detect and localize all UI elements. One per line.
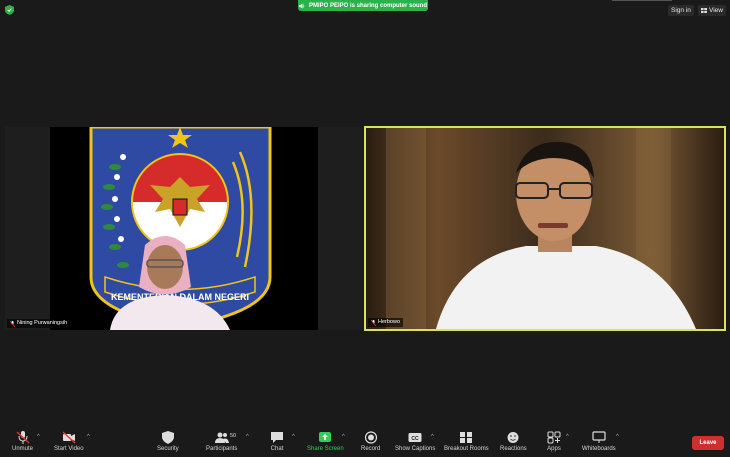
shield-icon [161,431,174,444]
captions-options-caret[interactable]: ^ [431,434,434,440]
participants-count: 50 [230,433,237,439]
security-label: Security [157,446,179,452]
apps-options-caret[interactable]: ^ [566,434,569,440]
muted-mic-icon [10,320,15,327]
share-screen-icon [319,432,332,442]
start-video-label: Start Video [54,446,84,452]
unmute-label: Unmute [12,446,34,452]
breakout-rooms-button[interactable]: Breakout Rooms [444,431,489,452]
start-video-button[interactable]: Start Video [54,431,84,452]
participant-name-tag: Herbowo [368,318,404,327]
apps-button[interactable]: Apps [547,431,561,452]
svg-text:CC: CC [412,436,420,442]
participant-name: Herbowo [378,319,401,325]
whiteboards-options-caret[interactable]: ^ [616,434,619,440]
chat-label: Chat [270,446,284,452]
meeting-toolbar: Unmute ^ Start Video ^ Security Particip… [0,427,730,457]
reactions-label: Reactions [500,446,527,452]
smiley-icon [507,432,519,443]
video-frame-person [366,128,724,329]
reactions-button[interactable]: Reactions [500,431,527,452]
share-screen-button[interactable]: Share Screen [307,431,344,452]
whiteboard-icon [592,431,606,443]
share-options-caret[interactable]: ^ [342,434,345,440]
participants-options-caret[interactable]: ^ [246,434,249,440]
speaker-icon [298,3,305,8]
breakout-rooms-label: Breakout Rooms [444,446,489,452]
share-screen-label: Share Screen [307,446,344,452]
chat-options-caret[interactable]: ^ [292,434,295,440]
record-button[interactable]: Record [361,431,380,452]
participants-icon [214,432,229,443]
breakout-rooms-icon [460,432,473,443]
security-button[interactable]: Security [157,431,179,452]
record-label: Record [361,446,381,452]
unmute-button[interactable]: Unmute [12,431,33,452]
view-button[interactable]: View [698,5,726,16]
participant-name-tag: Nining Purwaningsih [7,319,71,328]
sign-in-button[interactable]: Sign in [668,5,694,16]
leave-button[interactable]: Leave [692,436,724,450]
whiteboards-button[interactable]: Whiteboards [582,431,616,452]
video-options-caret[interactable]: ^ [87,434,90,440]
sharing-text: PMIPO PEIPO is sharing computer sound [308,2,428,9]
audio-options-caret[interactable]: ^ [37,434,40,440]
grid-icon [701,8,707,13]
whiteboards-label: Whiteboards [582,446,616,452]
video-frame-logo: KEMENTERIAN DALAM NEGERI [5,127,362,330]
video-tile-nining[interactable]: KEMENTERIAN DALAM NEGERI Nining Purwanin… [5,127,362,330]
muted-mic-icon [16,431,29,444]
chat-icon [271,432,283,443]
chat-button[interactable]: Chat [270,431,284,452]
show-captions-button[interactable]: CC Show Captions [395,431,435,452]
participant-name: Nining Purwaningsih [17,320,68,326]
participants-label: Participants [206,446,238,452]
show-captions-label: Show Captions [395,446,436,452]
video-off-icon [62,431,76,444]
sharing-banner: PMIPO PEIPO is sharing computer sound [298,0,428,11]
video-tile-herbowo[interactable]: Herbowo [364,126,726,331]
view-label: View [709,7,723,14]
top-bar: PMIPO PEIPO is sharing computer sound Si… [0,0,730,22]
muted-mic-icon [371,319,376,326]
captions-icon: CC [408,433,422,442]
shield-icon[interactable] [5,5,14,15]
apps-icon [547,431,561,444]
apps-label: Apps [547,446,561,452]
record-icon [364,431,377,444]
top-divider [612,0,672,1]
